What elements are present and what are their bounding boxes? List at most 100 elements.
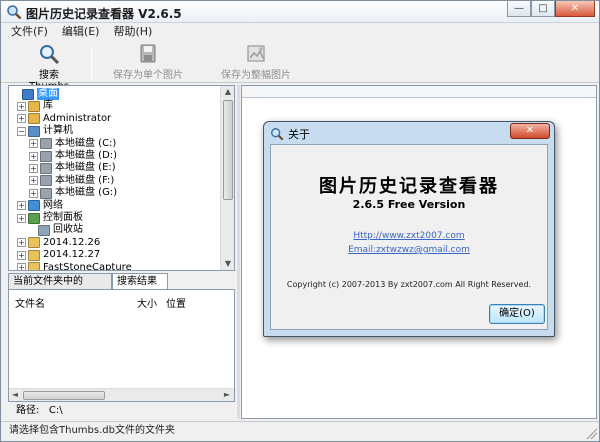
menu-help[interactable]: 帮助(H) — [113, 23, 152, 41]
expand-icon[interactable]: + — [29, 139, 38, 149]
tree-item[interactable]: + 本地磁盘 (F:) — [29, 175, 114, 187]
tree-item-label: 2014.12.26 — [43, 236, 101, 248]
expand-icon[interactable]: + — [29, 176, 38, 186]
tree-item[interactable]: + 控制面板 — [17, 212, 83, 224]
status-text: 请选择包含Thumbs.db文件的文件夹 — [9, 425, 175, 436]
tree-item-label: 本地磁盘 (G:) — [55, 187, 118, 199]
expand-icon[interactable]: + — [17, 213, 26, 223]
tree-item-label: 本地磁盘 (E:) — [55, 162, 116, 174]
about-dialog: 关于 ✕ 图片历史记录查看器 2.6.5 Free Version Http:/… — [263, 121, 555, 337]
tree-item[interactable]: + 本地磁盘 (G:) — [29, 187, 117, 199]
tree-vertical-scrollbar[interactable]: ▲ ▼ — [220, 86, 234, 270]
save-whole-image-button[interactable]: 保存为整幅图片 — [221, 44, 291, 81]
magnifier-app-icon — [7, 5, 22, 20]
expand-icon[interactable]: + — [17, 238, 26, 248]
about-website-link[interactable]: Http://www.zxt2007.com — [271, 231, 547, 241]
search-results-list: 文件名 大小 位置 ◄ ► — [8, 289, 235, 402]
about-ok-button[interactable]: 确定(O) — [489, 304, 545, 324]
tree-item[interactable]: + Administrator — [17, 113, 111, 125]
about-title: 关于 — [288, 128, 310, 141]
tree-item[interactable]: +2014.12.26 — [17, 237, 100, 249]
recycle-bin-icon — [38, 224, 50, 236]
column-filename[interactable]: 文件名 — [15, 295, 45, 310]
tree-item[interactable]: 桌面 — [11, 88, 59, 100]
expand-icon[interactable]: + — [17, 201, 26, 211]
tab-current-folder-thumbs[interactable]: 当前文件夹中的Thumbs — [8, 273, 112, 302]
expand-icon[interactable]: + — [17, 114, 26, 124]
tree-item[interactable]: + 本地磁盘 (D:) — [29, 150, 117, 162]
drive-icon — [40, 175, 52, 187]
menu-bar: 文件(F) 编辑(E) 帮助(H) — [1, 23, 599, 41]
tree-item-label: Administrator — [43, 112, 112, 124]
tree-item[interactable]: − 计算机 — [17, 125, 73, 137]
expand-icon[interactable]: + — [17, 263, 26, 270]
tree-scroll-thumb[interactable] — [223, 100, 233, 200]
tree-item[interactable]: + 网络 — [17, 200, 63, 212]
column-location[interactable]: 位置 — [166, 295, 186, 310]
expand-icon[interactable]: + — [29, 151, 38, 161]
menu-file[interactable]: 文件(F) — [11, 23, 48, 41]
about-title-bar[interactable]: 关于 — [270, 126, 310, 142]
toolbar-separator — [91, 47, 92, 79]
path-value: C:\ — [48, 405, 63, 416]
tree-item-label: 桌面 — [37, 88, 59, 100]
folder-icon — [28, 237, 40, 249]
expand-icon[interactable]: + — [17, 250, 26, 260]
path-bar: 路径: C:\ — [8, 404, 235, 418]
computer-icon — [28, 125, 40, 137]
drive-icon — [40, 150, 52, 162]
result-tabs: 当前文件夹中的Thumbs 搜索结果 — [8, 273, 235, 302]
about-close-button[interactable]: ✕ — [510, 123, 550, 139]
results-horizontal-scrollbar[interactable]: ◄ ► — [9, 388, 234, 401]
about-email-link[interactable]: Email:zxtwzwz@gmail.com — [271, 245, 547, 255]
scroll-right-arrow-icon[interactable]: ► — [221, 389, 233, 401]
about-version: 2.6.5 Free Version — [352, 198, 466, 211]
tree-item[interactable]: + 库 — [17, 100, 53, 112]
expand-icon[interactable]: + — [17, 101, 26, 111]
scroll-left-arrow-icon[interactable]: ◄ — [9, 389, 21, 401]
about-copyright: Copyright (c) 2007-2013 By zxt2007.com A… — [286, 280, 532, 289]
save-single-image-button[interactable]: 保存为单个图片 — [113, 44, 183, 81]
toolbar: 搜索Thumbs 保存为单个图片 保存为整幅图片 — [1, 41, 599, 92]
panel-splitter[interactable] — [237, 85, 240, 419]
minimize-button[interactable]: — — [507, 1, 531, 17]
folder-tree: 桌面 + 库 + Administrator − 计算机 + 本地磁盘 (C:) + 本地磁盘 (D… — [9, 86, 221, 270]
tree-item[interactable]: 回收站 — [27, 224, 83, 236]
drive-icon — [40, 138, 52, 150]
tree-item[interactable]: + FastStoneCapture — [17, 261, 132, 271]
tree-item[interactable]: + 本地磁盘 (E:) — [29, 162, 116, 174]
resize-grip-icon[interactable] — [585, 427, 597, 439]
folder-tree-panel: 桌面 + 库 + Administrator − 计算机 + 本地磁盘 (C:) + 本地磁盘 (D… — [8, 85, 235, 271]
title-bar[interactable]: 图片历史记录查看器 V2.6.5 — □ ✕ — [1, 1, 599, 23]
tree-item[interactable]: +2014.12.27 — [17, 249, 100, 261]
scroll-down-arrow-icon[interactable]: ▼ — [221, 258, 234, 270]
expand-icon[interactable]: + — [29, 188, 38, 198]
collapse-icon[interactable]: − — [17, 126, 26, 136]
status-bar: 请选择包含Thumbs.db文件的文件夹 — [1, 421, 599, 441]
library-icon — [28, 100, 40, 112]
tree-item-label: 本地磁盘 (C:) — [55, 137, 117, 149]
control-panel-icon — [28, 212, 40, 224]
tree-item-label: 库 — [43, 100, 53, 112]
about-body: 图片历史记录查看器 2.6.5 Free Version Http://www.… — [270, 144, 548, 330]
tree-item-label: FastStoneCapture — [43, 261, 132, 271]
close-button[interactable]: ✕ — [555, 1, 595, 17]
network-icon — [28, 200, 40, 212]
tab-search-results[interactable]: 搜索结果 — [112, 273, 168, 290]
menu-edit[interactable]: 编辑(E) — [62, 23, 100, 41]
column-size[interactable]: 大小 — [137, 295, 157, 310]
results-scroll-thumb[interactable] — [23, 391, 105, 400]
preview-header-strip — [242, 86, 596, 98]
search-icon — [40, 45, 60, 64]
folder-icon — [28, 262, 40, 270]
tree-item-label: 网络 — [43, 199, 63, 211]
tree-item[interactable]: + 本地磁盘 (C:) — [29, 138, 116, 150]
expand-icon[interactable]: + — [29, 163, 38, 173]
maximize-button[interactable]: □ — [531, 1, 555, 17]
save-icon — [140, 44, 156, 63]
window-controls: — □ ✕ — [507, 1, 595, 19]
tree-item-label: 回收站 — [53, 224, 83, 236]
scroll-up-arrow-icon[interactable]: ▲ — [221, 86, 234, 98]
window-title: 图片历史记录查看器 V2.6.5 — [26, 7, 182, 21]
save-single-image-label: 保存为单个图片 — [113, 70, 183, 81]
